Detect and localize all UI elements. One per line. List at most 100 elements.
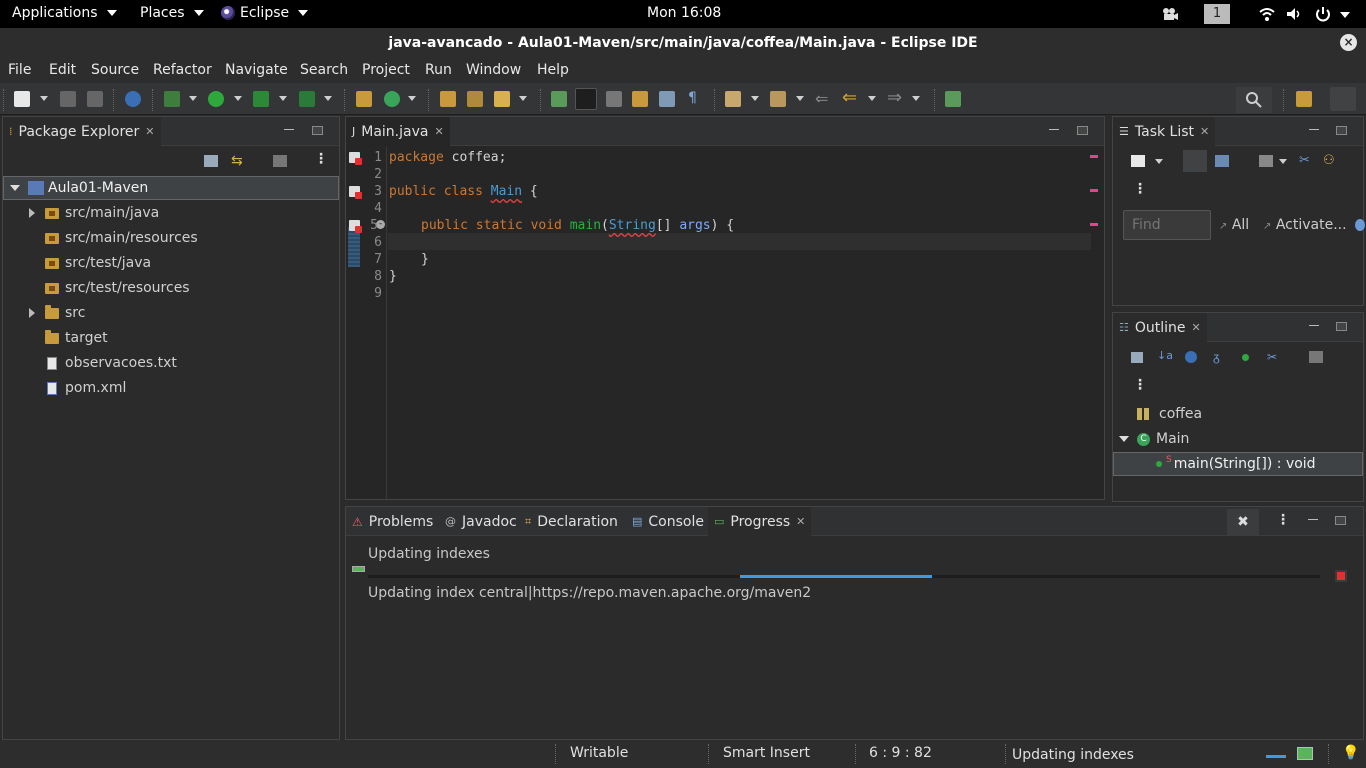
menu-window[interactable]: Window (466, 62, 521, 78)
error-marker-icon[interactable] (349, 186, 362, 199)
previous-annotation-icon[interactable] (770, 91, 786, 107)
chevron-down-icon[interactable] (10, 185, 20, 191)
overview-error-marker[interactable] (1090, 155, 1098, 158)
maximize-button[interactable] (1336, 322, 1347, 331)
code-line-1[interactable]: package coffea; (389, 150, 506, 165)
save-icon[interactable] (60, 91, 76, 107)
chevron-down-icon[interactable] (1155, 159, 1163, 164)
collapse-all-icon[interactable]: ✂ (1299, 153, 1310, 168)
whitespace-icon[interactable]: ¶ (688, 90, 697, 106)
filter-icon[interactable] (1259, 155, 1273, 167)
back-arrow-icon[interactable]: ⇐ (842, 87, 857, 108)
status-cursor-position[interactable]: 6 : 9 : 82 (869, 745, 932, 761)
external-tools-icon[interactable] (299, 91, 315, 107)
chevron-down-icon[interactable] (279, 96, 287, 101)
tree-item-target[interactable]: target (3, 326, 339, 350)
all-filter-link[interactable]: ↗ All (1219, 217, 1249, 233)
tree-item-src[interactable]: src (3, 301, 339, 325)
status-insert-mode[interactable]: Smart Insert (723, 745, 810, 761)
outline-item-package[interactable]: coffea (1113, 402, 1363, 426)
menu-help[interactable]: Help (537, 62, 569, 78)
overview-error-marker[interactable] (1090, 223, 1098, 226)
minimize-button[interactable] (1308, 519, 1318, 528)
close-icon[interactable]: ✕ (1192, 321, 1201, 334)
java-perspective-icon[interactable] (1330, 87, 1356, 111)
view-menu-icon[interactable]: ⋮ (314, 151, 328, 167)
menu-file[interactable]: File (8, 62, 31, 78)
new-java-project-icon[interactable] (356, 91, 372, 107)
view-menu-icon[interactable]: ⋮ (1133, 181, 1147, 197)
minimize-button[interactable] (1049, 129, 1059, 138)
mark-occurrences-icon[interactable] (575, 88, 597, 110)
chevron-down-icon[interactable] (868, 96, 876, 101)
tab-console[interactable]: ▤ Console (626, 507, 710, 536)
word-wrap-icon[interactable] (659, 91, 675, 107)
menu-project[interactable]: Project (362, 62, 410, 78)
chevron-down-icon[interactable] (912, 96, 920, 101)
menu-refactor[interactable]: Refactor (153, 62, 212, 78)
last-edit-icon[interactable]: ⇐ (815, 89, 828, 108)
app-menu[interactable]: Eclipse (221, 5, 309, 21)
chevron-right-icon[interactable] (29, 308, 35, 318)
close-icon[interactable]: ✕ (1200, 125, 1209, 138)
view-menu-icon[interactable]: ⋮ (1276, 512, 1290, 528)
next-annotation-icon[interactable] (632, 91, 648, 107)
hide-static-icon[interactable]: ᵹ (1213, 350, 1220, 364)
toggle-breadcrumb-icon[interactable] (551, 91, 567, 107)
close-icon[interactable]: ✕ (796, 515, 805, 528)
hide-local-types-icon[interactable]: ✂ (1267, 350, 1277, 364)
pin-editor-icon[interactable] (945, 91, 961, 107)
open-type-icon[interactable] (440, 91, 456, 107)
collapse-all-icon[interactable] (204, 155, 218, 167)
run-icon[interactable] (208, 91, 224, 107)
code-line-8[interactable]: } (389, 269, 397, 284)
chevron-down-icon[interactable] (1340, 12, 1350, 18)
tree-item-src-main-java[interactable]: src/main/java (3, 201, 339, 225)
task-info-icon[interactable] (1355, 219, 1365, 231)
tree-item-project[interactable]: Aula01-Maven (3, 176, 339, 200)
minimize-button[interactable] (1309, 325, 1319, 334)
activate-task-link[interactable]: ↗ Activate... (1263, 217, 1347, 233)
collapse-all-icon[interactable] (1131, 352, 1143, 363)
menu-edit[interactable]: Edit (49, 62, 76, 78)
code-line-7[interactable]: } (421, 252, 429, 267)
tree-item-src-test-java[interactable]: src/test/java (3, 251, 339, 275)
progress-view-icon[interactable] (1297, 747, 1313, 760)
tab-progress[interactable]: ▭ Progress ✕ (708, 507, 812, 536)
debug-icon[interactable] (164, 91, 180, 107)
chevron-right-icon[interactable] (29, 208, 35, 218)
lightbulb-icon[interactable]: 💡 (1342, 745, 1359, 761)
find-task-input[interactable] (1123, 210, 1211, 240)
chevron-down-icon[interactable] (40, 96, 48, 101)
menu-search[interactable]: Search (300, 62, 348, 78)
tab-task-list[interactable]: ☰ Task List ✕ (1113, 117, 1216, 146)
maximize-button[interactable] (1336, 126, 1347, 135)
open-task-icon[interactable] (467, 91, 483, 107)
chevron-down-icon[interactable] (751, 96, 759, 101)
tab-main-java[interactable]: J Main.java ✕ (346, 117, 450, 146)
remove-all-finished-icon[interactable]: ✖ (1227, 509, 1259, 535)
tab-javadoc[interactable]: @ Javadoc (439, 507, 523, 536)
next-annotation-down-icon[interactable] (725, 91, 741, 107)
mini-progress-icon[interactable] (1266, 755, 1286, 758)
save-all-icon[interactable] (87, 91, 103, 107)
filter-icon[interactable] (273, 155, 287, 167)
applications-menu[interactable]: Applications (12, 5, 117, 21)
new-icon[interactable] (14, 91, 30, 107)
window-close-button[interactable]: × (1340, 34, 1357, 51)
categorized-icon[interactable] (1183, 150, 1207, 172)
chevron-down-icon[interactable] (1119, 436, 1129, 442)
sync-icon[interactable]: ⚇ (1323, 153, 1335, 168)
menu-navigate[interactable]: Navigate (225, 62, 288, 78)
minimize-button[interactable] (284, 129, 294, 138)
volume-icon[interactable] (1286, 7, 1302, 25)
scheduled-icon[interactable] (1215, 155, 1229, 167)
minimize-button[interactable] (1309, 129, 1319, 138)
view-menu-icon[interactable]: ⋮ (1133, 377, 1147, 393)
search-tool-icon[interactable] (494, 91, 510, 107)
code-line-3[interactable]: public class Main { (389, 184, 538, 199)
tree-item-observacoes[interactable]: observacoes.txt (3, 351, 339, 375)
cancel-job-button[interactable] (1335, 570, 1347, 582)
tree-item-pom[interactable]: pom.xml (3, 376, 339, 400)
chevron-down-icon[interactable] (234, 96, 242, 101)
